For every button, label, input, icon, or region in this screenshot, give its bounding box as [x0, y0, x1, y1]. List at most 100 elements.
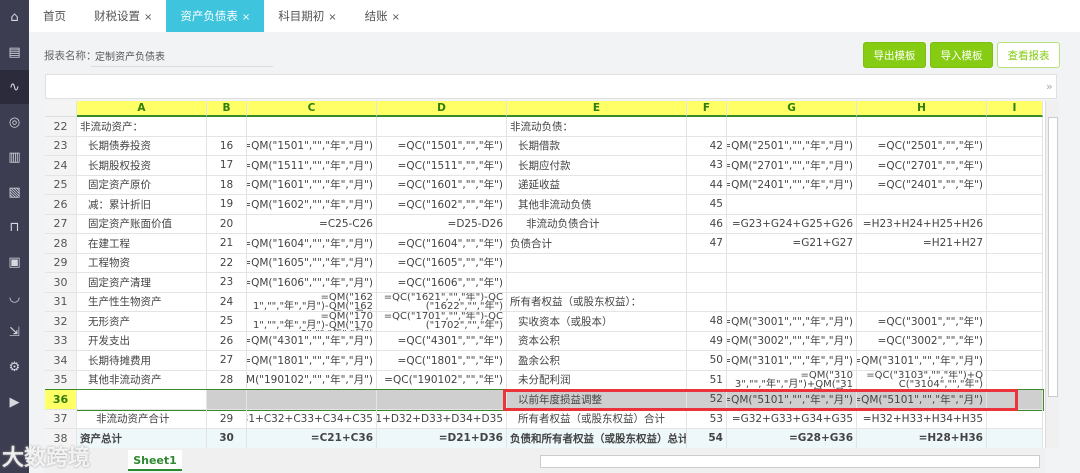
- cell-A35[interactable]: 其他非流动资产: [77, 370, 207, 390]
- cell-F37[interactable]: 53: [687, 409, 727, 429]
- cell-H31[interactable]: [857, 292, 987, 312]
- cell-C28[interactable]: =QM("1604","","年","月"): [247, 234, 377, 254]
- cell-F32[interactable]: 48: [687, 312, 727, 332]
- row-header[interactable]: 24: [45, 156, 77, 176]
- cell-I34[interactable]: [987, 351, 1043, 371]
- row-header[interactable]: 32: [45, 312, 77, 332]
- cell-H34[interactable]: =QM("3101","","年","月"): [857, 351, 987, 371]
- select-all-corner[interactable]: [45, 101, 77, 117]
- cell-E33[interactable]: 资本公积: [507, 331, 687, 351]
- row-header[interactable]: 29: [45, 253, 77, 273]
- cell-H33[interactable]: =QC("3002","","年"): [857, 331, 987, 351]
- cell-A27[interactable]: 固定资产账面价值: [77, 214, 207, 234]
- cell-A36[interactable]: [77, 390, 207, 410]
- sidebar-item-bowl[interactable]: ◡: [0, 280, 29, 314]
- cell-A25[interactable]: 固定资产原价: [77, 175, 207, 195]
- cell-B31[interactable]: 24: [207, 292, 247, 312]
- cell-H28[interactable]: =H21+H27: [857, 234, 987, 254]
- cell-G33[interactable]: =QM("3002","","年","月"): [727, 331, 857, 351]
- cell-H22[interactable]: [857, 117, 987, 137]
- cell-E28[interactable]: 负债合计: [507, 234, 687, 254]
- cell-A37[interactable]: 非流动资产合计: [77, 409, 207, 429]
- cell-B25[interactable]: 18: [207, 175, 247, 195]
- cell-F34[interactable]: 50: [687, 351, 727, 371]
- cell-D30[interactable]: =QC("1606","","年"): [377, 273, 507, 293]
- sheet-tab[interactable]: Sheet1: [128, 450, 182, 471]
- formula-bar[interactable]: [45, 74, 1057, 99]
- cell-A30[interactable]: 固定资产清理: [77, 273, 207, 293]
- expand-icon[interactable]: »: [1046, 80, 1053, 93]
- cell-G35[interactable]: =QM("3103","","年","月")+QM("3104","","年",…: [727, 370, 857, 390]
- cell-B27[interactable]: 20: [207, 214, 247, 234]
- close-icon[interactable]: ×: [392, 12, 400, 23]
- cell-C34[interactable]: =QM("1801","","年","月"): [247, 351, 377, 371]
- cell-D31[interactable]: =QC("1621","","年")-QC("1622","","年"): [377, 292, 507, 312]
- cell-A38[interactable]: 资产总计: [77, 429, 207, 448]
- cell-E30[interactable]: [507, 273, 687, 293]
- column-header-I[interactable]: I: [987, 101, 1043, 117]
- cell-G29[interactable]: [727, 253, 857, 273]
- cell-F27[interactable]: 46: [687, 214, 727, 234]
- cell-A31[interactable]: 生产性生物资产: [77, 292, 207, 312]
- cell-G37[interactable]: =G32+G33+G34+G35: [727, 409, 857, 429]
- cell-B28[interactable]: 21: [207, 234, 247, 254]
- cell-B33[interactable]: 26: [207, 331, 247, 351]
- sidebar-item-invoice[interactable]: ▤: [0, 35, 29, 69]
- cell-B22[interactable]: [207, 117, 247, 137]
- row-header[interactable]: 30: [45, 273, 77, 293]
- cell-H30[interactable]: [857, 273, 987, 293]
- cell-G28[interactable]: =G21+G27: [727, 234, 857, 254]
- close-icon[interactable]: ×: [328, 12, 336, 23]
- cell-B23[interactable]: 16: [207, 136, 247, 156]
- cell-E32[interactable]: 实收资本（或股本）: [507, 312, 687, 332]
- close-icon[interactable]: ×: [144, 12, 152, 23]
- cell-D35[interactable]: =QC("190102","","年"): [377, 370, 507, 390]
- cell-G22[interactable]: [727, 117, 857, 137]
- cell-H32[interactable]: =QC("3001","","年"): [857, 312, 987, 332]
- cell-A24[interactable]: 长期股权投资: [77, 156, 207, 176]
- cell-G38[interactable]: =G28+G36: [727, 429, 857, 448]
- cell-F38[interactable]: 54: [687, 429, 727, 448]
- cell-B38[interactable]: 30: [207, 429, 247, 448]
- cell-E27[interactable]: 非流动负债合计: [507, 214, 687, 234]
- cell-D25[interactable]: =QC("1601","","年"): [377, 175, 507, 195]
- sidebar-item-building[interactable]: ▥: [0, 140, 29, 174]
- column-header-A[interactable]: A: [77, 101, 207, 117]
- cell-G24[interactable]: =QM("2701","","年","月"): [727, 156, 857, 176]
- cell-A29[interactable]: 工程物资: [77, 253, 207, 273]
- cell-A22[interactable]: 非流动资产：: [77, 117, 207, 137]
- cell-E24[interactable]: 长期应付款: [507, 156, 687, 176]
- cell-D34[interactable]: =QC("1801","","年"): [377, 351, 507, 371]
- cell-A33[interactable]: 开发支出: [77, 331, 207, 351]
- tab-2[interactable]: 资产负债表 ×: [166, 0, 265, 32]
- cell-H26[interactable]: [857, 195, 987, 215]
- cell-D28[interactable]: =QC("1604","","年"): [377, 234, 507, 254]
- cell-C36[interactable]: [247, 390, 377, 410]
- cell-F25[interactable]: 44: [687, 175, 727, 195]
- row-header[interactable]: 28: [45, 234, 77, 254]
- sidebar-item-money-bag[interactable]: ◎: [0, 105, 29, 139]
- cell-I30[interactable]: [987, 273, 1043, 293]
- cell-D38[interactable]: =D21+D36: [377, 429, 507, 448]
- cell-C25[interactable]: =QM("1601","","年","月"): [247, 175, 377, 195]
- cell-H25[interactable]: =QC("2401","","年"): [857, 175, 987, 195]
- cell-G26[interactable]: [727, 195, 857, 215]
- cell-I26[interactable]: [987, 195, 1043, 215]
- cell-D24[interactable]: =QC("1511","","年"): [377, 156, 507, 176]
- cell-H23[interactable]: =QC("2501","","年"): [857, 136, 987, 156]
- column-header-F[interactable]: F: [687, 101, 727, 117]
- cell-G32[interactable]: =QM("3001","","年","月"): [727, 312, 857, 332]
- cell-I29[interactable]: [987, 253, 1043, 273]
- cell-E31[interactable]: 所有者权益（或股东权益）：: [507, 292, 687, 312]
- row-header[interactable]: 33: [45, 331, 77, 351]
- cell-E37[interactable]: 所有者权益（或股东权益）合计: [507, 409, 687, 429]
- cell-F30[interactable]: [687, 273, 727, 293]
- cell-B37[interactable]: 29: [207, 409, 247, 429]
- sidebar-item-report[interactable]: ▧: [0, 175, 29, 209]
- cell-G34[interactable]: =QM("3101","","年","月"): [727, 351, 857, 371]
- cell-C37[interactable]: +C30+C31+C32+C33+C34+C35: [247, 409, 377, 429]
- cell-B29[interactable]: 22: [207, 253, 247, 273]
- cell-E34[interactable]: 盈余公积: [507, 351, 687, 371]
- sidebar-item-export[interactable]: ⇲: [0, 315, 29, 349]
- cell-D23[interactable]: =QC("1501","","年"): [377, 136, 507, 156]
